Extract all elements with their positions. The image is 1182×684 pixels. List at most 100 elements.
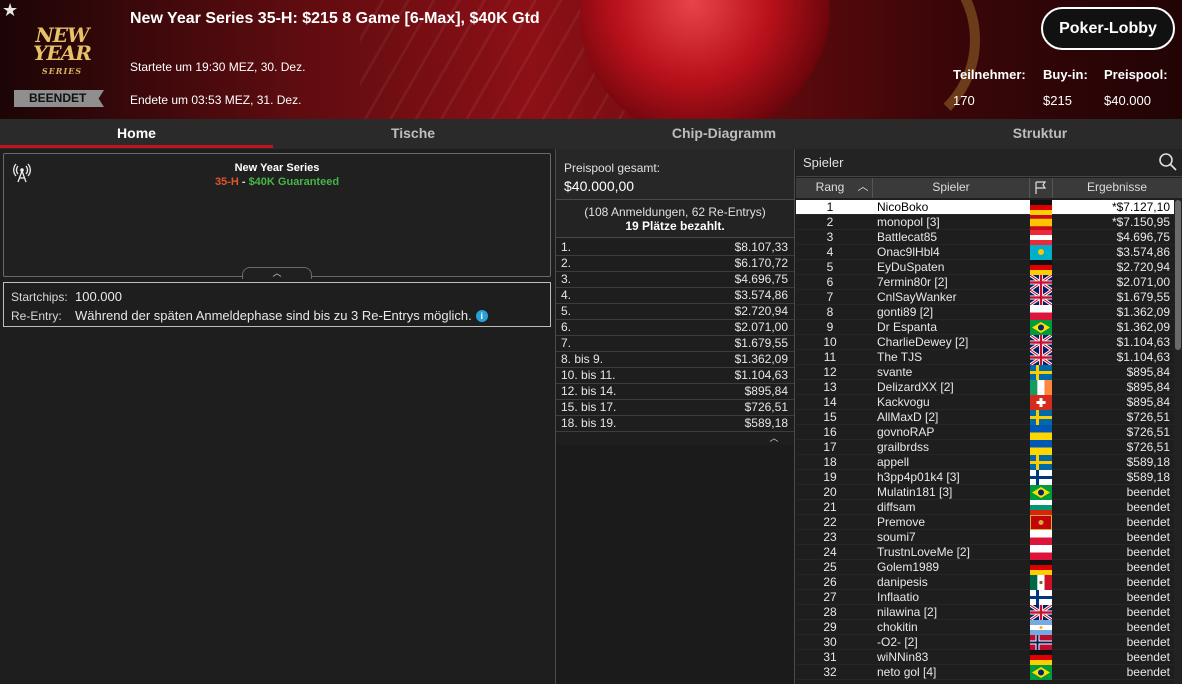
player-row[interactable]: 11 The TJS $1.104,63 [796,348,1174,367]
player-row[interactable]: 31 wiNNin83 beendet [796,650,1174,665]
player-result: $589,18 [1126,455,1170,469]
player-result: $2.071,00 [1116,275,1170,289]
player-row[interactable]: 27 Inflaatio beendet [796,590,1174,605]
player-rank: 10 [823,335,837,349]
favorite-star-icon[interactable]: ★ [2,0,18,20]
poker-lobby-button[interactable]: Poker-Lobby [1041,7,1175,50]
player-name: Battlecat85 [877,230,938,244]
player-row[interactable]: 23 soumi7 beendet [796,530,1174,545]
player-row[interactable]: 5 EyDuSpaten $2.720,94 [796,260,1174,275]
player-rank: 16 [823,425,837,439]
player-row[interactable]: 3 Battlecat85 $4.696,75 [796,230,1174,245]
player-rank: 22 [823,515,837,529]
payout-row: 10. bis 11. $1.104,63 [556,368,794,384]
tournament-header: ★ NEW YEAR SERIES BEENDET New Year Serie… [0,0,1182,119]
payout-row: 3. $4.696,75 [556,272,794,288]
player-result: $4.696,75 [1116,230,1170,244]
series-event-line: 35-H - $40K Guaranteed [4,176,550,188]
player-row[interactable]: 25 Golem1989 beendet [796,560,1174,575]
player-rank: 13 [823,380,837,394]
collapse-chevron-icon[interactable]: ︿ [242,267,312,279]
player-row[interactable]: 4 Onac9lHbl4 $3.574,86 [796,245,1174,260]
player-rank: 7 [826,290,834,304]
player-rank: 3 [826,230,834,244]
country-flag-icon [1030,530,1052,545]
player-column-header[interactable]: Spieler [872,178,1030,197]
country-flag-icon [1030,635,1052,650]
player-row[interactable]: 16 govnoRAP $726,51 [796,425,1174,440]
player-row[interactable]: 2 monopol [3] *$7.150,95 [796,215,1174,230]
player-result: $1.679,55 [1116,290,1170,304]
sort-ascending-icon[interactable]: ︿ [856,178,870,197]
player-search-bar: Spieler [796,149,1182,177]
tab-structure[interactable]: Struktur [900,119,1180,149]
search-icon[interactable] [1158,152,1178,172]
payout-place: 7. [561,336,572,350]
player-row[interactable]: 24 TrustnLoveMe [2] beendet [796,545,1174,560]
player-result: $1.104,63 [1116,350,1170,364]
country-flag-icon [1030,500,1052,515]
player-result: $895,84 [1126,365,1170,379]
player-row[interactable]: 14 Kackvogu $895,84 [796,395,1174,410]
player-row[interactable]: 30 -O2- [2] beendet [796,635,1174,650]
country-flag-icon [1030,575,1052,590]
payout-place: 4. [561,288,572,302]
player-row[interactable]: 29 chokitin beendet [796,620,1174,635]
player-result: *$7.127,10 [1111,200,1170,214]
player-row[interactable]: 17 grailbrdss $726,51 [796,440,1174,455]
country-flag-icon [1029,348,1053,367]
player-rank: 4 [826,245,834,259]
player-row[interactable]: 19 h3pp4p01k4 [3] $589,18 [796,470,1174,485]
player-list-scrollbar[interactable] [1174,200,1182,684]
player-row[interactable]: 26 danipesis beendet [796,575,1174,590]
player-result: beendet [1126,545,1170,559]
player-rank: 21 [823,500,837,514]
player-row[interactable]: 13 DelizardXX [2] $895,84 [796,380,1174,395]
tab-chip-chart[interactable]: Chip-Diagramm [555,119,893,149]
tab-tables[interactable]: Tische [276,119,550,149]
player-result: beendet [1126,665,1170,679]
player-name: 7ermin80r [2] [877,275,948,289]
info-icon[interactable]: i [475,310,488,322]
player-row[interactable]: 6 7ermin80r [2] $2.071,00 [796,273,1174,292]
payout-amount: $4.696,75 [734,272,788,286]
player-table-header: Rang ︿ Spieler Ergebnisse [796,178,1182,198]
player-row[interactable]: 18 appell $589,18 [796,455,1174,470]
player-result: $3.574,86 [1116,245,1170,259]
player-row[interactable]: 7 CnlSayWanker $1.679,55 [796,288,1174,307]
player-row[interactable]: 1 NicoBoko *$7.127,10 [796,200,1174,215]
player-name: Dr Espanta [877,320,938,334]
player-rank: 14 [823,395,837,409]
payout-row: 5. $2.720,94 [556,304,794,320]
payout-collapse-chevron-icon[interactable]: ︿ [756,432,792,444]
player-result: beendet [1126,650,1170,664]
payout-empty-area [556,445,794,684]
player-row[interactable]: 8 gonti89 [2] $1.362,09 [796,305,1174,320]
player-result: $1.362,09 [1116,320,1170,334]
player-row[interactable]: 32 neto gol [4] beendet [796,665,1174,680]
player-rank: 11 [823,350,837,364]
player-result: $1.362,09 [1116,305,1170,319]
player-rank: 6 [826,275,834,289]
country-flag-icon [1029,333,1053,352]
country-flag-icon [1030,365,1052,380]
player-row[interactable]: 15 AllMaxD [2] $726,51 [796,410,1174,425]
player-row[interactable]: 28 nilawina [2] beendet [796,603,1174,622]
series-logo: NEW YEAR SERIES [33,23,92,76]
player-rank: 8 [826,305,834,319]
player-row[interactable]: 10 CharlieDewey [2] $1.104,63 [796,333,1174,352]
player-row[interactable]: 21 diffsam beendet [796,500,1174,515]
series-info-box: New Year Series 35-H - $40K Guaranteed ︿ [3,153,551,279]
player-row[interactable]: 9 Dr Espanta $1.362,09 [796,320,1174,335]
country-flag-column-icon[interactable] [1030,178,1052,201]
player-result: beendet [1126,485,1170,499]
payout-place: 18. bis 19. [561,416,617,430]
player-row[interactable]: 12 svante $895,84 [796,365,1174,380]
player-row[interactable]: 22 Premove beendet [796,515,1174,530]
scrollbar-thumb[interactable] [1175,200,1181,350]
payout-place: 1. [561,240,572,254]
player-row[interactable]: 20 Mulatin181 [3] beendet [796,485,1174,500]
results-column-header[interactable]: Ergebnisse [1052,178,1182,197]
rank-column-header[interactable]: Rang [796,178,864,197]
player-name: nilawina [2] [877,605,938,619]
